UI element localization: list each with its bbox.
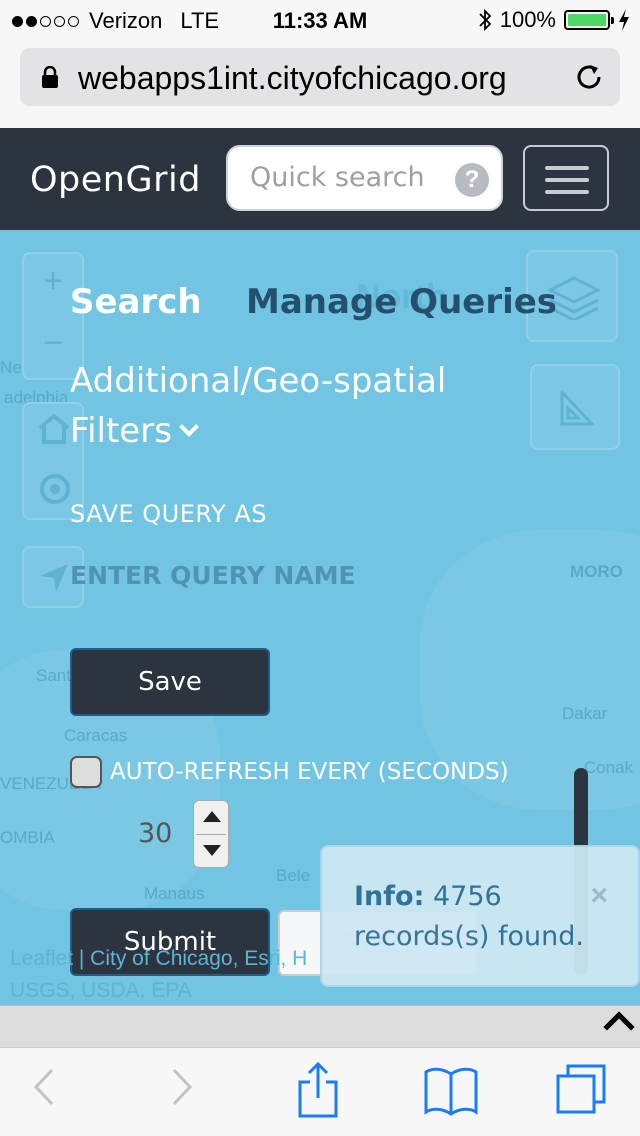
charging-icon [619, 9, 629, 31]
increment-arrow-icon[interactable] [203, 811, 221, 822]
quick-search-input[interactable] [250, 162, 450, 193]
map-label: Dakar [562, 704, 608, 723]
query-name-input[interactable] [70, 550, 510, 600]
share-icon[interactable] [298, 1062, 338, 1118]
info-label: Info: [354, 881, 425, 912]
map-label: Caracas [64, 726, 128, 745]
chevron-down-icon [179, 417, 199, 437]
measure-button[interactable] [530, 364, 620, 450]
info-toast: Info: 4756 records(s) found. × [320, 845, 640, 987]
status-bar: Verizon LTE 11:33 AM 100% [0, 0, 640, 40]
url-text[interactable]: webapps1int.cityofchicago.org [78, 60, 507, 97]
browser-toolbar [0, 1047, 640, 1136]
tab-search[interactable]: Search [70, 282, 202, 322]
attribution-line: USGS, USDA, EPA [10, 979, 192, 1002]
records-found-text: records(s) found. [354, 921, 585, 952]
help-icon[interactable]: ? [455, 163, 489, 197]
chevron-up-icon[interactable] [603, 1011, 635, 1043]
menu-toggle-button[interactable] [523, 145, 609, 211]
map-label: MORO [570, 562, 623, 581]
map-label: OMBIA [0, 828, 55, 847]
close-icon[interactable]: × [590, 879, 608, 913]
info-message: Info: 4756 records(s) found. [354, 877, 584, 957]
address-bar[interactable]: webapps1int.cityofchicago.org [20, 48, 620, 106]
decrement-arrow-icon[interactable] [203, 845, 221, 856]
quick-search[interactable]: ? [226, 145, 503, 211]
navigation-arrow-icon [40, 564, 68, 592]
record-count: 4756 [432, 881, 502, 912]
filters-label: Additional/Geo-spatial Filters [70, 361, 447, 451]
home-icon[interactable] [38, 414, 70, 444]
save-query-label: SAVE QUERY AS [70, 500, 267, 528]
auto-refresh-label: AUTO-REFRESH EVERY (SECONDS) [110, 759, 509, 785]
bluetooth-icon [479, 8, 491, 32]
refresh-seconds-stepper[interactable] [193, 800, 229, 868]
auto-refresh-checkbox[interactable] [70, 756, 102, 788]
map-label: Bele [276, 866, 311, 885]
save-button[interactable]: Save [70, 648, 270, 716]
reload-icon[interactable] [574, 62, 604, 92]
brand-logo[interactable]: OpenGrid [30, 160, 201, 200]
bookmarks-icon[interactable] [424, 1066, 478, 1116]
tabs-icon[interactable] [556, 1064, 608, 1116]
refresh-seconds-value[interactable]: 30 [138, 818, 172, 849]
tab-manage-queries[interactable]: Manage Queries [246, 282, 557, 322]
app-navbar: OpenGrid ? [0, 128, 640, 230]
battery-icon [564, 10, 614, 30]
map-attribution: Leaflet | City of Chicago, Esri, H USGS,… [10, 943, 307, 1005]
ruler-triangle-icon [560, 390, 594, 426]
attribution-line: Leaflet | City of Chicago, Esri, H [10, 947, 308, 970]
map-label: Conak [584, 758, 634, 777]
forward-icon[interactable] [170, 1066, 196, 1108]
auto-refresh-row: AUTO-REFRESH EVERY (SECONDS) [70, 756, 509, 788]
map-label: Manaus [144, 884, 205, 903]
lock-icon [42, 66, 58, 88]
bottom-drawer[interactable] [0, 1005, 640, 1047]
filters-toggle[interactable]: Additional/Geo-spatial Filters [70, 356, 490, 456]
locate-icon[interactable] [38, 472, 72, 506]
back-icon[interactable] [30, 1066, 56, 1108]
map-view[interactable]: North Nev adelphia Santo Dom Caracas VEN… [0, 230, 640, 1005]
battery-percent: 100% [499, 7, 556, 32]
